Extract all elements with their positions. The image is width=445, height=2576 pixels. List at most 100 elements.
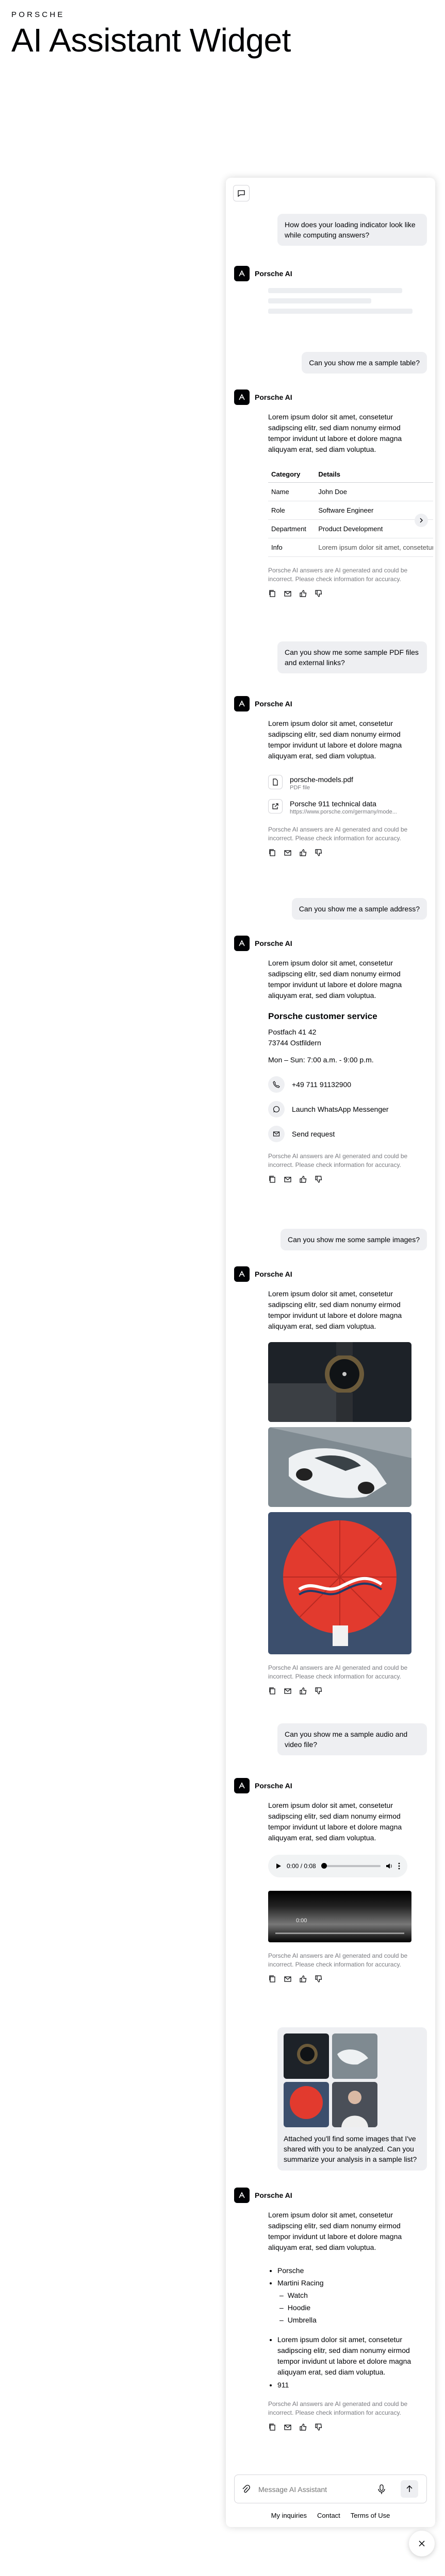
assistant-name: Porsche AI (255, 2191, 292, 2199)
more-options-icon[interactable] (398, 1862, 400, 1870)
new-chat-icon (238, 190, 245, 197)
attachment-thumbnail[interactable] (332, 2082, 377, 2127)
thumbs-up-icon[interactable] (299, 1175, 307, 1183)
user-message: How does your loading indicator look lik… (277, 214, 427, 246)
thumbs-down-icon[interactable] (315, 849, 323, 857)
audio-progress[interactable] (321, 1863, 381, 1869)
car-image[interactable] (268, 1427, 411, 1507)
table-cell: John Doe (315, 482, 433, 501)
ai-message-loading: Porsche AI (234, 265, 427, 319)
thumbs-down-icon[interactable] (315, 1975, 323, 1983)
list-item: 911 (277, 2380, 425, 2391)
email-icon[interactable] (284, 1975, 292, 1983)
copy-icon[interactable] (268, 849, 276, 857)
footer-link-terms[interactable]: Terms of Use (351, 2512, 390, 2519)
table-header: Details (315, 466, 433, 483)
thumbs-down-icon[interactable] (315, 589, 323, 598)
ai-disclaimer: Porsche AI answers are AI generated and … (268, 1664, 408, 1680)
table-row: Department Product Development (268, 519, 433, 538)
send-request-link[interactable]: Send request (268, 1125, 425, 1143)
attachment-thumbnail[interactable] (332, 2033, 377, 2079)
paperclip-icon (242, 2485, 250, 2493)
table-cell: Role (268, 501, 316, 520)
attachment-thumbnail[interactable] (284, 2082, 329, 2127)
footer-link-contact[interactable]: Contact (317, 2512, 340, 2519)
table-cell: Lorem ipsum dolor sit amet, consetetur (315, 538, 433, 557)
pdf-file-link[interactable]: porsche-models.pdf PDF file (268, 775, 425, 792)
phone-icon (268, 1076, 285, 1093)
external-link[interactable]: Porsche 911 technical data https://www.po… (268, 799, 425, 816)
assistant-name: Porsche AI (255, 269, 292, 278)
email-icon[interactable] (284, 1687, 292, 1695)
email-icon[interactable] (284, 1175, 292, 1183)
copy-icon[interactable] (268, 589, 276, 598)
address-line: 73744 Ostfildern (268, 1039, 321, 1047)
video-time: 0:00 (296, 1918, 307, 1924)
email-icon[interactable] (284, 589, 292, 598)
audio-player[interactable]: 0:00 / 0:08 (268, 1855, 407, 1877)
ai-text: Lorem ipsum dolor sit amet, consetetur s… (268, 1801, 402, 1842)
watch-image[interactable] (268, 1342, 411, 1422)
thumbs-down-icon[interactable] (315, 1175, 323, 1183)
phone-link[interactable]: +49 711 91132900 (268, 1076, 425, 1093)
microphone-icon (378, 2484, 385, 2494)
copy-icon[interactable] (268, 1175, 276, 1183)
porsche-ai-icon (234, 389, 250, 405)
thumbs-up-icon[interactable] (299, 1975, 307, 1983)
email-icon[interactable] (284, 2423, 292, 2431)
send-button[interactable] (401, 2480, 418, 2498)
thumbs-up-icon[interactable] (299, 589, 307, 598)
assistant-name: Porsche AI (255, 1270, 292, 1278)
ai-text: Lorem ipsum dolor sit amet, consetetur s… (268, 719, 402, 760)
video-progress[interactable] (275, 1933, 404, 1934)
page-title: AI Assistant Widget (11, 22, 291, 59)
whatsapp-link[interactable]: Launch WhatsApp Messenger (268, 1100, 425, 1118)
attach-button[interactable] (242, 2485, 250, 2497)
copy-icon[interactable] (268, 1975, 276, 1983)
sub-list-item: Hoodie (287, 2301, 425, 2314)
thumbs-down-icon[interactable] (315, 2423, 323, 2431)
close-icon (419, 2540, 425, 2547)
message-input[interactable] (258, 2481, 361, 2498)
ai-text: Lorem ipsum dolor sit amet, consetetur s… (268, 2211, 402, 2251)
footer-link-inquiries[interactable]: My inquiries (271, 2512, 307, 2519)
play-icon[interactable] (275, 1863, 282, 1869)
user-message: Can you show me some sample PDF files an… (277, 641, 427, 673)
thumbs-down-icon[interactable] (315, 1687, 323, 1695)
user-message: Can you show me a sample audio and video… (277, 1723, 427, 1755)
copy-icon[interactable] (268, 2423, 276, 2431)
attachment-thumbnails (284, 2033, 421, 2127)
assistant-name: Porsche AI (255, 393, 292, 401)
umbrella-image[interactable] (268, 1512, 411, 1654)
porsche-ai-icon (234, 2188, 250, 2203)
whatsapp-label: Launch WhatsApp Messenger (292, 1105, 389, 1113)
file-name: Porsche 911 technical data (290, 800, 376, 808)
volume-icon[interactable] (386, 1862, 393, 1870)
new-chat-button[interactable] (233, 185, 250, 201)
porsche-ai-icon (234, 1778, 250, 1793)
message-actions (268, 1974, 425, 1984)
user-message-with-attachments: Attached you'll find some images that I'… (277, 2027, 427, 2171)
message-actions (268, 2422, 425, 2432)
close-widget-button[interactable] (409, 2531, 435, 2556)
thumbs-up-icon[interactable] (299, 2423, 307, 2431)
thumbs-up-icon[interactable] (299, 849, 307, 857)
porsche-ai-icon (234, 696, 250, 711)
copy-icon[interactable] (268, 1687, 276, 1695)
email-icon[interactable] (284, 849, 292, 857)
sub-list-item: Watch (287, 2289, 425, 2301)
message-actions (268, 1686, 425, 1696)
list-item-label: Martini Racing (277, 2279, 324, 2287)
external-link-icon (268, 799, 283, 814)
send-request-label: Send request (292, 1130, 335, 1138)
brand-logotype: PORSCHE (11, 10, 65, 19)
video-player[interactable]: 0:00 (268, 1891, 411, 1942)
thumbs-up-icon[interactable] (299, 1687, 307, 1695)
attachment-thumbnail[interactable] (284, 2033, 329, 2079)
microphone-button[interactable] (378, 2484, 385, 2497)
opening-hours: Mon – Sun: 7:00 a.m. - 9:00 p.m. (268, 1056, 374, 1064)
table-scroll-right-button[interactable] (415, 514, 428, 527)
ai-text: Lorem ipsum dolor sit amet, consetetur s… (268, 413, 402, 453)
table-row: Name John Doe (268, 482, 433, 501)
ai-disclaimer: Porsche AI answers are AI generated and … (268, 1153, 408, 1168)
